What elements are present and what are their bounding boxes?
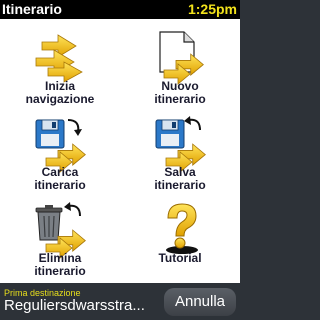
question-mark-icon <box>166 203 198 254</box>
save-itinerary-button[interactable]: Salva itinerario <box>124 113 236 195</box>
save-floppy-arrows-icon <box>155 116 206 173</box>
start-navigation-label: Inizia navigazione <box>25 79 95 106</box>
load-itinerary-button[interactable]: Carica itinerario <box>4 113 116 195</box>
start-navigation-arrows-icon <box>35 34 83 83</box>
title-bar: Itinerario 1:25pm <box>0 0 240 19</box>
load-itinerary-label: Carica itinerario <box>34 165 86 192</box>
destination-value: Reguliersdwarsstra... <box>4 297 145 314</box>
trash-arrows-icon <box>35 202 86 259</box>
new-document-arrows-icon <box>159 31 204 85</box>
tutorial-label: Tutorial <box>158 251 202 265</box>
load-floppy-arrows-icon <box>35 119 86 173</box>
delete-itinerary-button[interactable]: Elimina itinerario <box>4 199 116 281</box>
start-navigation-button[interactable]: Inizia navigazione <box>4 27 116 109</box>
save-itinerary-label: Salva itinerario <box>154 165 206 192</box>
delete-itinerary-label: Elimina itinerario <box>34 251 86 278</box>
cancel-button[interactable]: Annulla <box>164 288 236 316</box>
clock: 1:25pm <box>187 1 237 17</box>
new-itinerary-button[interactable]: Nuovo itinerario <box>124 27 236 109</box>
new-itinerary-label: Nuovo itinerario <box>154 79 206 106</box>
footer-bar: Prima destinazione Reguliersdwarsstra...… <box>0 283 240 320</box>
tutorial-button[interactable]: Tutorial <box>124 199 236 281</box>
menu-panel: Inizia navigazione Nuovo itinerario Cari… <box>0 19 240 283</box>
screen-title: Itinerario <box>2 1 62 17</box>
